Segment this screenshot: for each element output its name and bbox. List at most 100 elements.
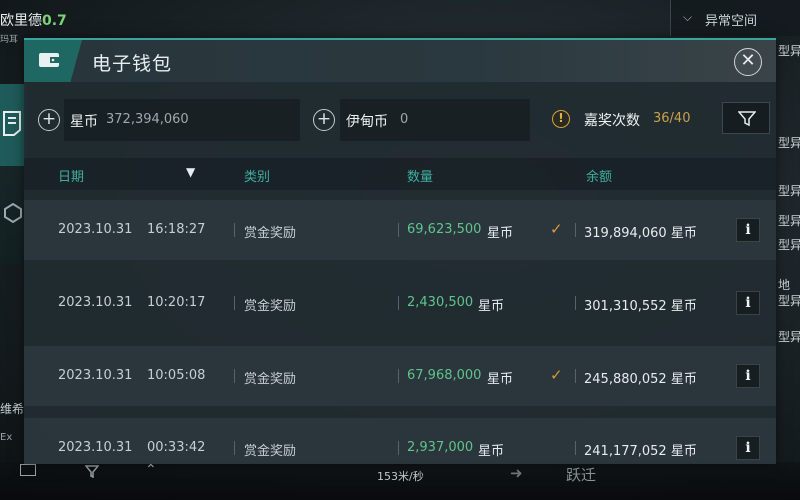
row-type: 赏金奖励 [244,299,297,314]
filter-icon [738,111,756,127]
info-button[interactable]: i [736,218,760,242]
filter-icon[interactable] [85,464,99,478]
row-date: 2023.10.31 [58,368,133,383]
alert-icon: ! [552,110,570,128]
column-date[interactable]: 日期 [58,166,84,185]
character-name: 欧里德0.7 [0,10,67,30]
side-left-text-2: Ex [0,432,13,443]
divider [398,441,399,455]
table-row[interactable]: 2023.10.31 00:33:42 赏金奖励 2,937,000 星币 24… [24,418,776,464]
star-coin-value: 372,394,060 [106,112,189,127]
check-icon: ✓ [550,220,563,238]
check-icon: ✓ [550,366,563,384]
info-button[interactable]: i [736,364,760,388]
row-type: 赏金奖励 [244,226,297,241]
divider [575,369,576,383]
overview-item[interactable]: 型异 [778,42,800,59]
table-row[interactable]: 2023.10.31 16:18:27 赏金奖励 69,623,500 星币 ✓… [24,200,776,260]
wallet-header: 电子钱包 ✕ [24,40,776,82]
eden-coin-label: 伊甸币 [346,114,388,130]
info-button[interactable]: i [736,436,760,460]
row-unit: 星币 [487,372,514,387]
plus-icon: + [41,109,57,129]
overview-item[interactable]: 地 [778,276,790,293]
divider [234,441,235,455]
left-rail [0,84,26,264]
eden-coin-field: 伊甸币 0 [340,99,530,141]
row-balance: 241,177,052 星币 [584,444,697,459]
divider [575,296,576,310]
mail-icon[interactable] [20,464,36,476]
overview-item[interactable]: 型异 [778,328,800,345]
row-unit: 星币 [487,226,514,241]
divider [398,296,399,310]
add-eden-coin-button[interactable]: + [313,109,335,131]
plus-icon: + [316,109,332,129]
divider [575,223,576,237]
overview-item[interactable]: 型异 [778,236,800,253]
speed-readout: 153米/秒 [377,470,424,483]
row-unit: 星币 [478,444,505,459]
filter-button[interactable] [722,102,770,134]
row-type: 赏金奖励 [244,372,297,387]
bounty-count-label: 嘉奖次数 [584,113,640,129]
chevron-down-icon: ⌵ [683,10,693,24]
column-amount: 数量 [407,170,434,185]
hexagon-icon[interactable] [3,202,23,224]
row-date: 2023.10.31 [58,295,133,310]
caret-up-icon[interactable]: ⌃ [145,462,157,478]
overview-item[interactable]: 型异 [778,182,800,199]
wallet-icon [39,53,59,67]
anomaly-space-dropdown[interactable]: ⌵ 异常空间 [670,0,800,36]
bottom-hud: ⌃ 153米/秒 ➜ 跃迁 [0,462,800,500]
row-time: 10:20:17 [147,295,206,310]
wallet-icon-box [24,40,82,82]
row-time: 10:05:08 [147,368,206,383]
info-button[interactable]: i [736,291,760,315]
row-date: 2023.10.31 [58,440,133,455]
add-star-coin-button[interactable]: + [38,109,60,131]
row-amount: 2,430,500 [407,295,474,310]
character-level: 0.7 [42,13,67,29]
row-unit: 星币 [478,299,505,314]
rail-document-tab[interactable] [0,84,26,166]
row-balance: 301,310,552 星币 [584,299,697,314]
anomaly-space-label: 异常空间 [705,14,758,29]
divider [234,223,235,237]
close-button[interactable]: ✕ [734,48,762,76]
overview-item[interactable]: 型异 [778,134,800,151]
divider [398,223,399,237]
currency-bar: + 星币 372,394,060 + 伊甸币 0 ! 嘉奖次数 36/40 [24,98,776,142]
close-icon: ✕ [740,50,756,71]
divider [234,369,235,383]
wallet-dialog: 电子钱包 ✕ + 星币 372,394,060 + 伊甸币 0 ! 嘉奖次数 3… [24,38,776,464]
table-header: 日期 ▼ 类别 数量 余额 [24,158,776,190]
divider [575,441,576,455]
table-row[interactable]: 2023.10.31 10:20:17 赏金奖励 2,430,500 星币 30… [24,273,776,333]
bounty-count-value: 36/40 [653,111,691,126]
character-name-text: 欧里德 [0,13,42,29]
star-coin-field: 星币 372,394,060 [64,99,300,141]
column-type: 类别 [244,170,271,185]
side-left-text: 维希 [0,402,25,416]
sort-chevron-down-icon[interactable]: ▼ [186,165,195,179]
row-balance: 245,880,052 星币 [584,372,697,387]
row-time: 16:18:27 [147,222,206,237]
character-subtitle: 玛耳 [0,35,19,45]
divider [398,369,399,383]
divider [234,296,235,310]
table-row[interactable]: 2023.10.31 10:05:08 赏金奖励 67,968,000 星币 ✓… [24,346,776,406]
eden-coin-value: 0 [400,112,409,127]
document-icon [3,111,21,136]
star-coin-label: 星币 [70,114,98,130]
overview-item[interactable]: 型异 [778,212,800,229]
right-overview-list: 型异 型异 型异 型异 型异 地 型异 型异 [776,36,800,456]
row-type: 赏金奖励 [244,444,297,459]
character-info: 欧里德0.7 玛耳 [0,0,120,45]
row-amount: 69,623,500 [407,222,482,237]
arrow-right-icon: ➜ [510,464,523,482]
warp-button[interactable]: 跃迁 [566,464,596,485]
overview-item[interactable]: 型异 [778,292,800,309]
row-balance: 319,894,060 星币 [584,226,697,241]
wallet-title: 电子钱包 [92,53,173,75]
